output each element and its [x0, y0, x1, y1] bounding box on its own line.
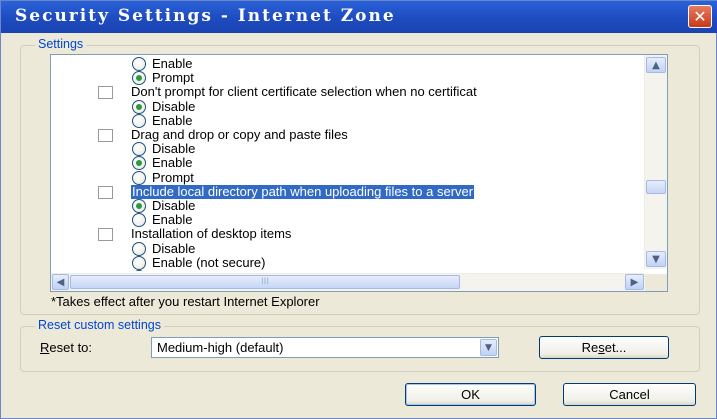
scroll-left-button[interactable]: ◀	[52, 274, 69, 290]
reset-button[interactable]: Reset...	[539, 336, 669, 359]
cancel-button-label: Cancel	[609, 387, 650, 402]
horizontal-scrollbar[interactable]: ◀ III ▶	[51, 273, 645, 291]
setting-label: Enable	[152, 112, 193, 128]
security-settings-dialog: Security Settings - Internet Zone ✕ Sett…	[0, 0, 717, 419]
setting-label: Disable	[152, 198, 196, 213]
setting-label: Include local directory path when upload…	[131, 183, 475, 199]
settings-list[interactable]: Enable Prompt Don't prompt for client cert…	[50, 54, 668, 292]
reset-button-label: Reset...	[581, 340, 627, 355]
radio-selected-icon[interactable]	[132, 71, 146, 86]
chevron-down-icon: ▼	[485, 342, 492, 353]
cancel-button[interactable]: Cancel	[563, 383, 696, 406]
scroll-grip-icon: III	[261, 277, 269, 287]
scroll-down-icon: ▼	[652, 253, 660, 265]
category-box-icon	[98, 185, 113, 199]
setting-label: Enable	[152, 212, 193, 228]
radio-selected-icon[interactable]	[132, 99, 146, 114]
category-box-icon	[98, 86, 113, 100]
setting-label: Disable	[152, 240, 196, 256]
setting-label: Drag and drop or copy and paste files	[131, 127, 348, 142]
reset-to-value: Medium-high (default)	[157, 340, 284, 355]
radio-icon[interactable]	[132, 113, 146, 128]
setting-label: Disable	[152, 141, 196, 157]
reset-to-select[interactable]: Medium-high (default) ▼	[151, 337, 499, 358]
scroll-up-icon: ▲	[652, 59, 660, 71]
category-box-icon	[98, 129, 113, 142]
radio-icon[interactable]	[132, 142, 146, 157]
ok-button-label: OK	[461, 387, 480, 402]
dialog-title: Security Settings - Internet Zone	[15, 6, 396, 26]
radio-selected-icon[interactable]	[132, 199, 146, 213]
reset-legend: Reset custom settings	[35, 318, 164, 332]
setting-label: Prompt (recommended)	[152, 270, 289, 272]
vertical-scroll-thumb[interactable]	[646, 180, 666, 194]
scroll-up-button[interactable]: ▲	[646, 57, 666, 73]
radio-selected-icon[interactable]	[132, 156, 146, 171]
dropdown-button[interactable]: ▼	[480, 339, 497, 356]
setting-label: Installation of desktop items	[131, 226, 292, 242]
setting-label: Enable (not secure)	[152, 254, 266, 270]
scrollbar-corner	[645, 274, 667, 291]
radio-icon[interactable]	[132, 213, 146, 228]
radio-icon[interactable]	[132, 255, 146, 270]
settings-rows: Enable Prompt Don't prompt for client cert…	[51, 57, 645, 271]
setting-label: Disable	[152, 98, 196, 114]
horizontal-scroll-thumb[interactable]: III	[70, 275, 460, 289]
setting-label: Prompt	[152, 70, 194, 86]
ok-button[interactable]: OK	[405, 383, 536, 406]
close-button[interactable]: ✕	[688, 5, 712, 28]
scroll-right-icon: ▶	[630, 276, 639, 288]
reset-to-label: Reset to:	[40, 340, 93, 355]
radio-icon[interactable]	[132, 170, 146, 185]
setting-label: Prompt	[152, 169, 194, 185]
category-box-icon	[98, 228, 113, 242]
title-bar[interactable]: Security Settings - Internet Zone ✕	[1, 1, 717, 33]
settings-legend: Settings	[35, 37, 87, 51]
scroll-right-button[interactable]: ▶	[625, 274, 644, 290]
vertical-scrollbar[interactable]: ▲ ▼	[644, 55, 667, 269]
restart-note: *Takes effect after you restart Internet…	[51, 294, 320, 309]
scroll-left-icon: ◀	[56, 276, 65, 288]
close-icon: ✕	[693, 7, 707, 26]
radio-icon[interactable]	[132, 241, 146, 256]
radio-icon[interactable]	[132, 57, 146, 71]
setting-label: Don't prompt for client certificate sele…	[131, 84, 477, 100]
scroll-down-button[interactable]: ▼	[646, 251, 666, 267]
setting-label: Enable	[152, 155, 193, 171]
setting-label: Enable	[152, 57, 193, 71]
radio-selected-icon[interactable]	[132, 270, 146, 271]
